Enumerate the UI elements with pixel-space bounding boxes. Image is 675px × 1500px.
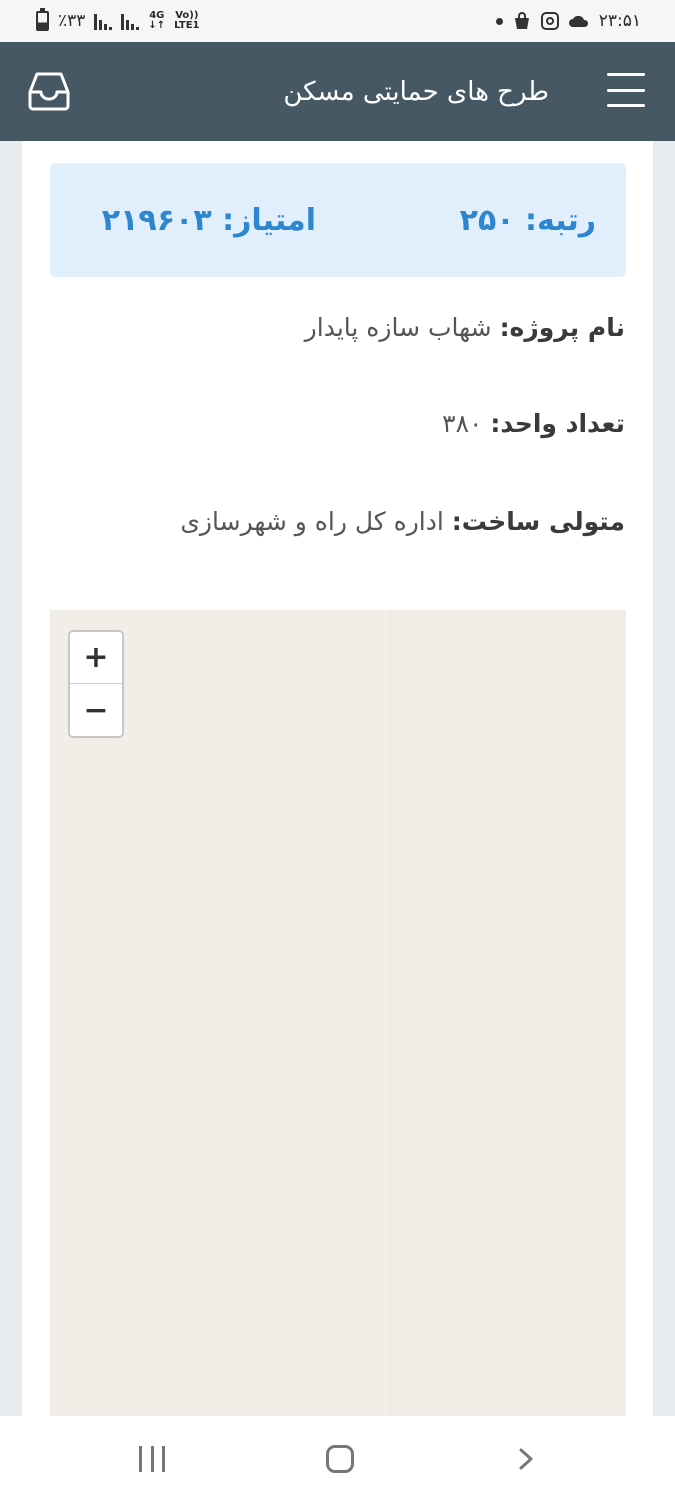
hamburger-line — [607, 88, 645, 92]
hamburger-line — [607, 104, 645, 107]
units-label: تعداد واحد: — [490, 409, 625, 438]
score-card: رتبه: ۲۵۰ امتیاز: ۲۱۹۶۰۳ — [50, 163, 626, 277]
instagram-icon — [540, 12, 559, 30]
units-row: تعداد واحد: ۳۸۰ — [49, 409, 625, 438]
app-bar: طرح های حمایتی مسکن — [0, 42, 675, 141]
map-view[interactable]: + − — [50, 610, 626, 1416]
signal-icon-2 — [121, 12, 140, 30]
zoom-out-button[interactable]: − — [70, 684, 122, 736]
back-button[interactable] — [515, 1448, 537, 1470]
network-label: 4G — [149, 10, 165, 21]
status-bar: ٪۳۳ 4G ↓↑ Vo)) LTE1 ۲۳:۵۱ — [0, 0, 675, 42]
units-value: ۳۸۰ — [442, 409, 483, 438]
clock: ۲۳:۵۱ — [598, 11, 641, 31]
inbox-icon — [28, 72, 70, 111]
inbox-button[interactable] — [26, 70, 72, 112]
recent-line — [150, 1446, 154, 1472]
battery-level: ٪۳۳ — [58, 11, 86, 31]
status-right: ۲۳:۵۱ — [495, 11, 641, 31]
notification-dot-icon — [495, 17, 503, 25]
hamburger-line — [607, 73, 645, 76]
signal-icon — [94, 12, 113, 30]
map-road — [390, 610, 391, 1416]
recent-apps-button[interactable] — [139, 1446, 165, 1472]
cloud-icon — [568, 15, 588, 27]
rank-text: رتبه: ۲۵۰ — [459, 202, 596, 238]
volte-indicator: Vo)) LTE1 — [174, 11, 199, 31]
home-button[interactable] — [326, 1445, 354, 1473]
menu-button[interactable] — [607, 73, 645, 107]
battery-icon — [36, 8, 49, 31]
recent-line — [139, 1446, 142, 1472]
network-type: 4G ↓↑ — [148, 10, 166, 31]
system-nav-bar — [0, 1416, 675, 1500]
status-left: ٪۳۳ 4G ↓↑ Vo)) LTE1 — [36, 8, 200, 31]
project-name-value: شهاب سازه پایدار — [304, 313, 492, 342]
builder-label: متولی ساخت: — [451, 507, 625, 536]
page-title: طرح های حمایتی مسکن — [283, 76, 549, 107]
volte-bottom: LTE1 — [174, 20, 200, 31]
builder-row: متولی ساخت: اداره کل راه و شهرسازی — [49, 507, 625, 536]
project-name-row: نام پروژه: شهاب سازه پایدار — [49, 313, 625, 342]
zoom-in-button[interactable]: + — [70, 632, 122, 684]
shopping-bag-icon — [514, 12, 529, 29]
recent-line — [162, 1446, 165, 1472]
zoom-control: + − — [68, 630, 124, 738]
project-name-label: نام پروژه: — [499, 313, 625, 342]
builder-value: اداره کل راه و شهرسازی — [180, 507, 444, 536]
main-content: رتبه: ۲۵۰ امتیاز: ۲۱۹۶۰۳ نام پروژه: شهاب… — [22, 141, 653, 1416]
score-text: امتیاز: ۲۱۹۶۰۳ — [101, 202, 316, 238]
